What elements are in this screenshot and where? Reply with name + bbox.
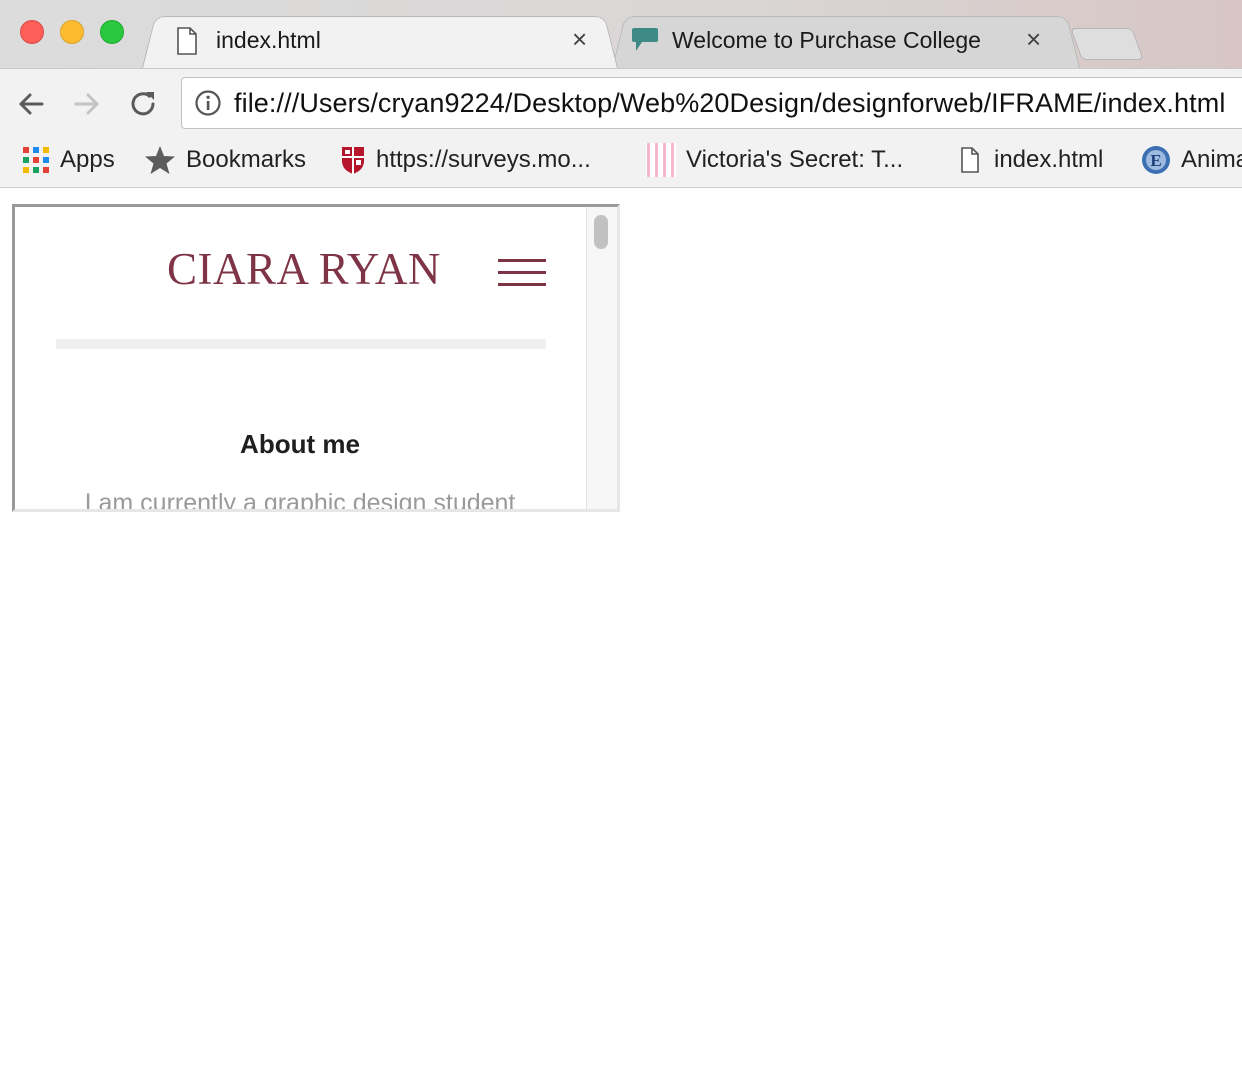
apps-grid-icon	[23, 147, 49, 173]
about-heading: About me	[240, 429, 360, 459]
bookmark-label: Apps	[60, 146, 115, 173]
speech-bubble-icon	[632, 28, 658, 51]
shield-crest-icon	[342, 147, 364, 174]
reload-icon[interactable]	[127, 87, 161, 121]
toolbar: file:///Users/cryan9224/Desktop/Web%20De…	[0, 68, 1242, 141]
info-icon[interactable]	[194, 89, 222, 117]
tab-close-icon[interactable]: ×	[1026, 26, 1041, 52]
scrollbar-thumb[interactable]	[594, 215, 608, 249]
back-arrow-icon[interactable]	[14, 87, 48, 121]
document-icon	[177, 27, 197, 55]
iframe-preview: CIARA RYAN About me I am currently a gra…	[12, 204, 620, 512]
header-divider	[56, 339, 546, 349]
forward-arrow-icon[interactable]	[70, 87, 104, 121]
tab-close-icon[interactable]: ×	[572, 26, 587, 52]
bookmark-label: Victoria's Secret: T...	[686, 146, 904, 173]
bookmark-apps[interactable]: Apps	[22, 140, 115, 180]
bookmark-label: https://surveys.mo...	[376, 146, 591, 173]
bookmark-label: index.html	[994, 146, 1104, 173]
bookmark-label: Bookmarks	[186, 146, 307, 173]
pink-stripes-icon	[646, 143, 676, 177]
bookmark-surveys[interactable]: https://surveys.mo...	[340, 140, 591, 180]
bookmark-anima[interactable]: E Anima	[1141, 140, 1242, 180]
bookmark-bookmarks[interactable]: Bookmarks	[144, 140, 306, 180]
tab-purchase-college[interactable]: Welcome to Purchase College ×	[612, 12, 1080, 68]
url-text[interactable]: file:///Users/cryan9224/Desktop/Web%20De…	[234, 88, 1225, 119]
site-title[interactable]: CIARA RYAN	[167, 243, 441, 295]
bookmark-label: Anima	[1181, 146, 1242, 173]
iframe-scrollbar[interactable]	[586, 207, 617, 509]
star-icon	[145, 146, 175, 174]
address-bar[interactable]: file:///Users/cryan9224/Desktop/Web%20De…	[181, 77, 1242, 129]
bookmarks-bar: Apps Bookmarks https://surveys.mo... Vic…	[0, 140, 1242, 188]
tab-index[interactable]: index.html ×	[142, 12, 618, 68]
svg-text:E: E	[1150, 151, 1161, 170]
bookmark-index[interactable]: index.html	[960, 140, 1103, 180]
new-tab-button[interactable]	[1070, 28, 1144, 60]
minimize-window-button[interactable]	[60, 20, 84, 44]
tab-title: index.html	[216, 26, 321, 53]
about-text: I am currently a graphic design student	[84, 489, 516, 512]
tab-title: Welcome to Purchase College	[672, 26, 981, 53]
letter-e-globe-icon: E	[1142, 146, 1170, 174]
title-bar: index.html × Welcome to Purchase College…	[0, 0, 1242, 68]
hamburger-menu-icon[interactable]	[498, 257, 546, 289]
maximize-window-button[interactable]	[100, 20, 124, 44]
close-window-button[interactable]	[20, 20, 44, 44]
bookmark-victorias-secret[interactable]: Victoria's Secret: T...	[646, 140, 903, 180]
document-icon	[961, 147, 979, 173]
